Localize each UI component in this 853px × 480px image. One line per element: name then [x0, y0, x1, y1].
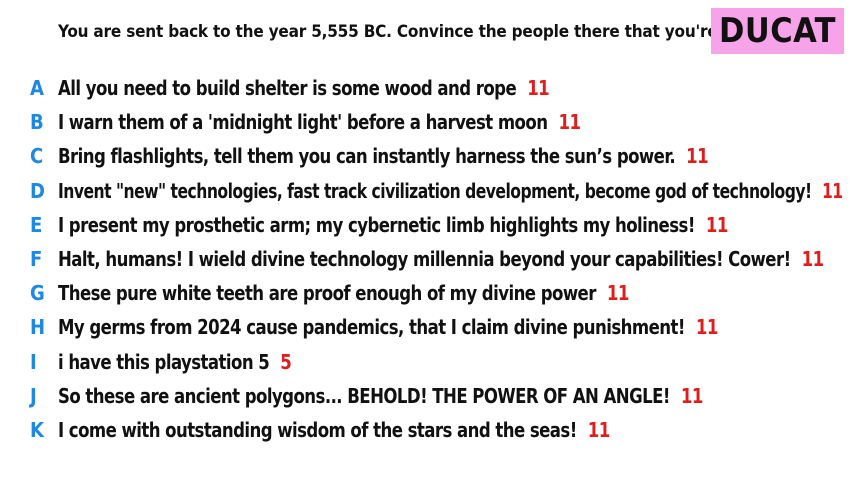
- answer-list: A All you need to build shelter is some …: [0, 71, 853, 447]
- answer-score: 5: [280, 349, 292, 374]
- answer-score: 11: [606, 281, 629, 306]
- answer-text: I come with outstanding wisdom of the st…: [58, 417, 577, 442]
- answer-letter: C: [30, 144, 44, 169]
- answer-row: A All you need to build shelter is some …: [0, 71, 853, 105]
- answer-row: B I warn them of a 'midnight light' befo…: [0, 105, 853, 139]
- answer-score: 11: [587, 417, 610, 442]
- answer-letter: D: [30, 178, 45, 203]
- answer-letter: K: [30, 417, 44, 442]
- brand-logo: DUCAT: [711, 8, 844, 54]
- answer-letter: B: [30, 110, 44, 135]
- answer-letter: G: [30, 281, 45, 306]
- answer-letter: F: [30, 247, 43, 272]
- answer-line: So these are ancient polygons... BEHOLD!…: [58, 384, 703, 408]
- answer-line: Invent "new" technologies, fast track ci…: [58, 179, 843, 203]
- answer-text: Halt, humans! I wield divine technology …: [58, 247, 791, 272]
- answer-line: All you need to build shelter is some wo…: [58, 76, 550, 101]
- answer-row: F Halt, humans! I wield divine technolog…: [0, 242, 853, 276]
- answer-score: 11: [705, 212, 728, 237]
- answer-line: Halt, humans! I wield divine technology …: [58, 247, 824, 271]
- answer-row: K I come with outstanding wisdom of the …: [0, 413, 853, 447]
- answer-score: 11: [680, 383, 703, 408]
- prompt-text: You are sent back to the year 5,555 BC. …: [58, 22, 776, 42]
- answer-line: I present my prosthetic arm; my cybernet…: [58, 213, 728, 237]
- answer-letter: J: [30, 383, 37, 408]
- answer-line: I warn them of a 'midnight light' before…: [58, 110, 581, 135]
- answer-line: Bring flashlights, tell them you can ins…: [58, 144, 709, 169]
- answer-row: C Bring flashlights, tell them you can i…: [0, 139, 853, 173]
- answer-line: I come with outstanding wisdom of the st…: [58, 418, 610, 442]
- answer-row: G These pure white teeth are proof enoug…: [0, 276, 853, 310]
- answer-text: Invent "new" technologies, fast track ci…: [58, 178, 812, 203]
- answer-row: H My germs from 2024 cause pandemics, th…: [0, 310, 853, 344]
- answer-row: I i have this playstation 5 5: [0, 345, 853, 379]
- answer-score: 11: [558, 110, 581, 135]
- answer-line: My germs from 2024 cause pandemics, that…: [58, 315, 718, 339]
- answer-letter: A: [30, 76, 44, 101]
- answer-score: 11: [686, 144, 709, 169]
- answer-text: My germs from 2024 cause pandemics, that…: [58, 315, 685, 340]
- answer-text: i have this playstation 5: [58, 349, 270, 374]
- answer-score: 11: [801, 247, 824, 272]
- answer-row: D Invent "new" technologies, fast track …: [0, 174, 853, 208]
- answer-score: 11: [695, 315, 718, 340]
- answer-text: I warn them of a 'midnight light' before…: [58, 110, 548, 135]
- answer-row: J So these are ancient polygons... BEHOL…: [0, 379, 853, 413]
- answer-text: These pure white teeth are proof enough …: [58, 281, 596, 306]
- answer-score: 11: [527, 76, 550, 101]
- answer-line: i have this playstation 5 5: [58, 349, 292, 374]
- answer-text: I present my prosthetic arm; my cybernet…: [58, 212, 695, 237]
- answer-text: So these are ancient polygons... BEHOLD!…: [58, 383, 670, 408]
- answer-text: Bring flashlights, tell them you can ins…: [58, 144, 676, 169]
- answer-letter: I: [30, 349, 37, 374]
- answer-letter: H: [30, 315, 46, 340]
- answer-score: 11: [821, 178, 843, 203]
- answer-letter: E: [30, 212, 43, 237]
- answer-text: All you need to build shelter is some wo…: [58, 76, 517, 101]
- answer-line: These pure white teeth are proof enough …: [58, 281, 629, 305]
- answer-row: E I present my prosthetic arm; my cybern…: [0, 208, 853, 242]
